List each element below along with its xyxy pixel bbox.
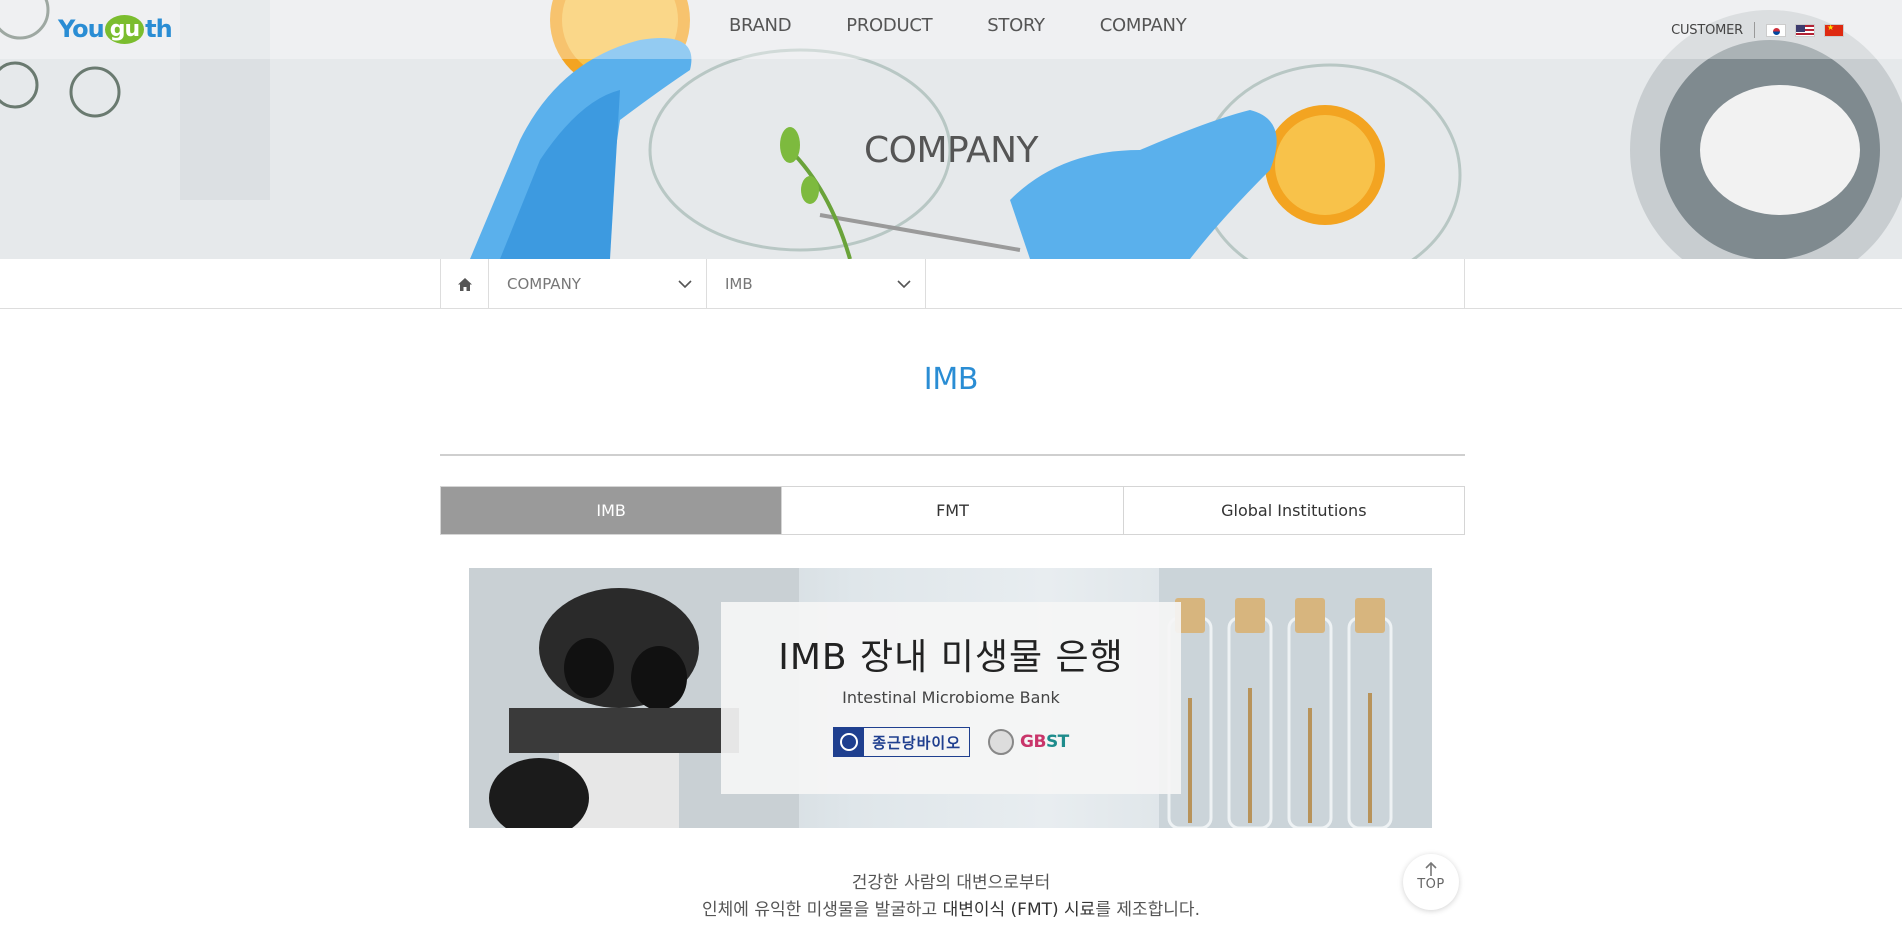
banner-title: IMB 장내 미생물 은행 xyxy=(778,637,1124,678)
ckd-bio-logo: 종근당바이오 xyxy=(833,727,971,757)
customer-link[interactable]: CUSTOMER xyxy=(1671,23,1743,38)
banner-card: IMB 장내 미생물 은행 Intestinal Microbiome Bank… xyxy=(721,602,1181,794)
ckd-emblem-icon xyxy=(834,728,865,756)
gbst-logo-text: GBST xyxy=(1020,732,1069,752)
chevron-down-icon xyxy=(897,279,911,288)
heading-divider xyxy=(440,454,1465,456)
chevron-down-icon xyxy=(678,279,692,288)
main-nav: BRAND PRODUCT STORY COMPANY xyxy=(729,15,1187,36)
description-line-2: 인체에 유익한 미생물을 발굴하고 대변이식 (FMT) 시료를 제조합니다. xyxy=(702,900,1200,920)
tab-global-institutions[interactable]: Global Institutions xyxy=(1122,487,1464,534)
cn-flag-icon[interactable] xyxy=(1824,23,1844,37)
ckd-bio-logo-text: 종근당바이오 xyxy=(872,733,962,752)
nav-brand[interactable]: BRAND xyxy=(729,15,792,36)
breadcrumb-level2-select[interactable]: IMB xyxy=(707,259,926,309)
breadcrumb-level1-label: COMPANY xyxy=(507,275,581,293)
imb-banner: IMB 장내 미생물 은행 Intestinal Microbiome Bank… xyxy=(469,568,1432,828)
sub-tabs: IMB FMT Global Institutions xyxy=(440,486,1465,535)
hero-title: COMPANY xyxy=(864,130,1039,171)
utility-menu: CUSTOMER xyxy=(1671,22,1844,38)
scroll-top-label: TOP xyxy=(1417,877,1445,892)
nav-company[interactable]: COMPANY xyxy=(1100,15,1187,36)
home-button[interactable] xyxy=(441,259,489,309)
breadcrumb: COMPANY IMB xyxy=(440,259,1465,309)
page-title: IMB xyxy=(923,362,979,397)
arrow-up-icon xyxy=(1425,861,1437,876)
partner-logos: 종근당바이오 GBST xyxy=(721,727,1181,757)
tab-imb[interactable]: IMB xyxy=(441,487,782,534)
tab-fmt[interactable]: FMT xyxy=(781,487,1123,534)
logo-text-2: gu xyxy=(104,14,145,44)
kr-flag-icon[interactable] xyxy=(1766,23,1786,37)
nav-story[interactable]: STORY xyxy=(987,15,1045,36)
divider xyxy=(1754,22,1755,38)
description-line-1: 건강한 사람의 대변으로부터 xyxy=(851,873,1051,893)
breadcrumb-level1-select[interactable]: COMPANY xyxy=(489,259,707,309)
university-seal-icon xyxy=(988,729,1015,755)
us-flag-icon[interactable] xyxy=(1795,23,1815,37)
nav-product[interactable]: PRODUCT xyxy=(846,15,932,36)
imb-description: 건강한 사람의 대변으로부터 인체에 유익한 미생물을 발굴하고 대변이식 (F… xyxy=(0,870,1902,924)
scroll-top-button[interactable]: TOP xyxy=(1403,854,1459,910)
brand-logo[interactable]: You gu th xyxy=(58,6,173,52)
hero-banner: You gu th BRAND PRODUCT STORY COMPANY CUST… xyxy=(0,0,1902,259)
logo-text-1: You xyxy=(58,15,105,43)
home-icon xyxy=(457,277,472,291)
logo-text-3: th xyxy=(145,15,173,43)
banner-subtitle: Intestinal Microbiome Bank xyxy=(842,688,1060,707)
breadcrumb-level2-label: IMB xyxy=(725,275,753,293)
gbst-logo: GBST xyxy=(988,729,1069,755)
breadcrumb-bar: COMPANY IMB xyxy=(0,259,1902,309)
